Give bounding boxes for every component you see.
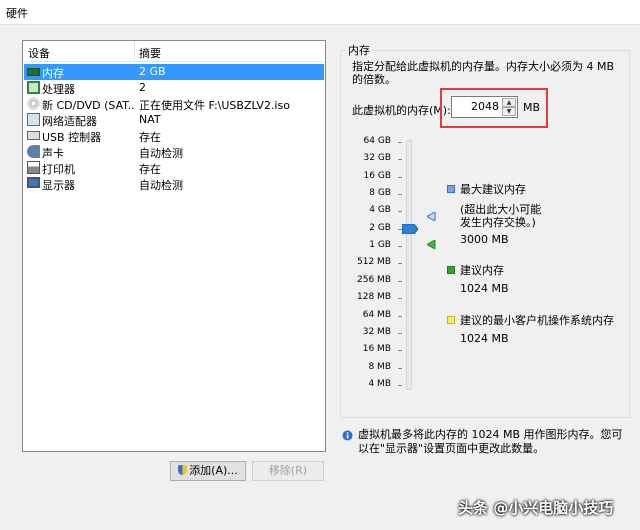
window-title: 硬件 [6, 7, 28, 20]
scale-label: 1 GB [369, 240, 391, 251]
max-memory-value: 3000 MB [460, 233, 509, 246]
shield-icon [178, 465, 188, 475]
device-list[interactable]: 设备 摘要 内存 2 GB 处理器 2 新 CD/DVD (SAT... 正在使… [22, 40, 326, 452]
memory-description: 指定分配给此虚拟机的内存量。内存大小必须为 4 MB 的倍数。 [352, 60, 615, 86]
usb-icon [27, 131, 40, 140]
max-recommended-marker [427, 212, 436, 221]
scale-tick [398, 384, 402, 386]
memory-slider-thumb[interactable] [402, 224, 418, 234]
cd-icon [27, 97, 40, 110]
sound-icon [27, 145, 40, 158]
scale-label: 32 MB [362, 326, 391, 337]
device-summary: 自动检测 [139, 147, 183, 160]
device-row-monitor[interactable]: 显示器 自动检测 [24, 176, 324, 192]
scale-tick [398, 332, 402, 334]
scale-tick [398, 211, 402, 213]
memory-group-title: 内存 [346, 42, 372, 58]
memory-label: 此虚拟机的内存(M): [352, 104, 451, 117]
scale-label: 64 MB [362, 309, 391, 320]
device-summary: 自动检测 [139, 179, 183, 192]
device-summary: 存在 [139, 131, 161, 144]
device-name: 网络适配器 [42, 115, 97, 128]
device-row-sound[interactable]: 声卡 自动检测 [24, 144, 324, 160]
remove-button-label: 移除(R) [268, 464, 308, 477]
device-name: 声卡 [42, 147, 64, 160]
min-memory-title: 建议的最小客户机操作系统内存 [460, 314, 614, 327]
scale-label: 32 GB [363, 153, 391, 164]
device-row-cpu[interactable]: 处理器 2 [24, 80, 324, 96]
spin-up-icon[interactable]: ▲ [502, 98, 516, 107]
device-summary: NAT [139, 113, 161, 126]
device-list-header: 设备 摘要 [23, 41, 325, 62]
scale-tick [398, 263, 402, 265]
graphics-memory-info: 虚拟机最多将此内存的 1024 MB 用作图形内存。您可以在"显示器"设置页面中… [358, 428, 623, 455]
scale-tick [398, 142, 402, 143]
max-memory-note: (超出此大小可能发生内存交换。) [460, 203, 542, 229]
device-summary: 2 [139, 81, 146, 94]
memory-unit: MB [523, 101, 541, 114]
info-icon [342, 430, 353, 441]
memory-spinner[interactable]: 2048 ▲ ▼ [451, 96, 518, 118]
device-name: 处理器 [42, 83, 75, 96]
scale-label: 128 MB [357, 292, 391, 303]
device-row-cd[interactable]: 新 CD/DVD (SAT... 正在使用文件 F:\USBZLV2.iso [24, 96, 324, 112]
scale-tick [398, 298, 402, 300]
scale-tick [398, 194, 402, 196]
scale-label: 64 GB [363, 136, 391, 146]
scale-label: 2 GB [369, 222, 391, 233]
title-bar: 硬件 [0, 0, 640, 24]
add-button[interactable]: 添加(A)... [170, 461, 246, 481]
recommended-memory-title: 建议内存 [460, 264, 504, 277]
network-icon [27, 113, 40, 126]
device-name: 内存 [42, 67, 64, 80]
scale-tick [398, 176, 402, 178]
device-summary: 正在使用文件 F:\USBZLV2.iso [139, 99, 290, 112]
recommended-memory-value: 1024 MB [460, 282, 509, 295]
device-summary: 2 GB [139, 65, 166, 78]
recommended-memory-legend-icon [447, 266, 455, 274]
scale-label: 16 GB [363, 170, 391, 181]
min-memory-value: 1024 MB [460, 332, 509, 345]
scale-label: 8 MB [368, 361, 391, 372]
device-name: 新 CD/DVD (SAT... [42, 99, 134, 112]
memory-slider-track[interactable] [406, 140, 412, 390]
cpu-icon [27, 81, 40, 94]
device-name: USB 控制器 [42, 131, 102, 144]
printer-icon [27, 161, 40, 174]
spin-down-icon[interactable]: ▼ [502, 107, 516, 116]
scale-tick [398, 315, 402, 317]
scale-tick [398, 159, 402, 161]
monitor-icon [27, 177, 40, 188]
device-row-printer[interactable]: 打印机 存在 [24, 160, 324, 176]
device-row-memory[interactable]: 内存 2 GB [24, 64, 324, 80]
scale-label: 256 MB [357, 274, 391, 285]
device-row-usb[interactable]: USB 控制器 存在 [24, 128, 324, 144]
add-button-label: 添加(A)... [189, 464, 238, 477]
scale-label: 4 MB [368, 378, 391, 389]
memory-value[interactable]: 2048 [471, 100, 499, 113]
scale-tick [398, 246, 402, 248]
scale-tick [398, 367, 402, 369]
watermark: 头条 @小兴电脑小技巧 [458, 499, 614, 517]
scale-label: 512 MB [357, 257, 391, 268]
scale-label: 16 MB [362, 344, 391, 355]
column-header-device[interactable]: 设备 [28, 45, 50, 61]
device-summary: 存在 [139, 163, 161, 176]
remove-button[interactable]: 移除(R) [252, 461, 324, 481]
max-memory-title: 最大建议内存 [460, 183, 526, 196]
scale-label: 8 GB [369, 188, 391, 199]
device-name: 打印机 [42, 163, 75, 176]
max-memory-legend-icon [447, 185, 455, 193]
device-name: 显示器 [42, 179, 75, 192]
min-memory-legend-icon [447, 316, 455, 324]
scale-tick [398, 280, 402, 282]
device-row-network[interactable]: 网络适配器 NAT [24, 112, 324, 128]
recommended-marker [427, 240, 436, 249]
scale-label: 4 GB [369, 205, 391, 216]
scale-tick [398, 350, 402, 352]
memory-icon [27, 68, 40, 76]
column-header-summary[interactable]: 摘要 [139, 45, 161, 61]
